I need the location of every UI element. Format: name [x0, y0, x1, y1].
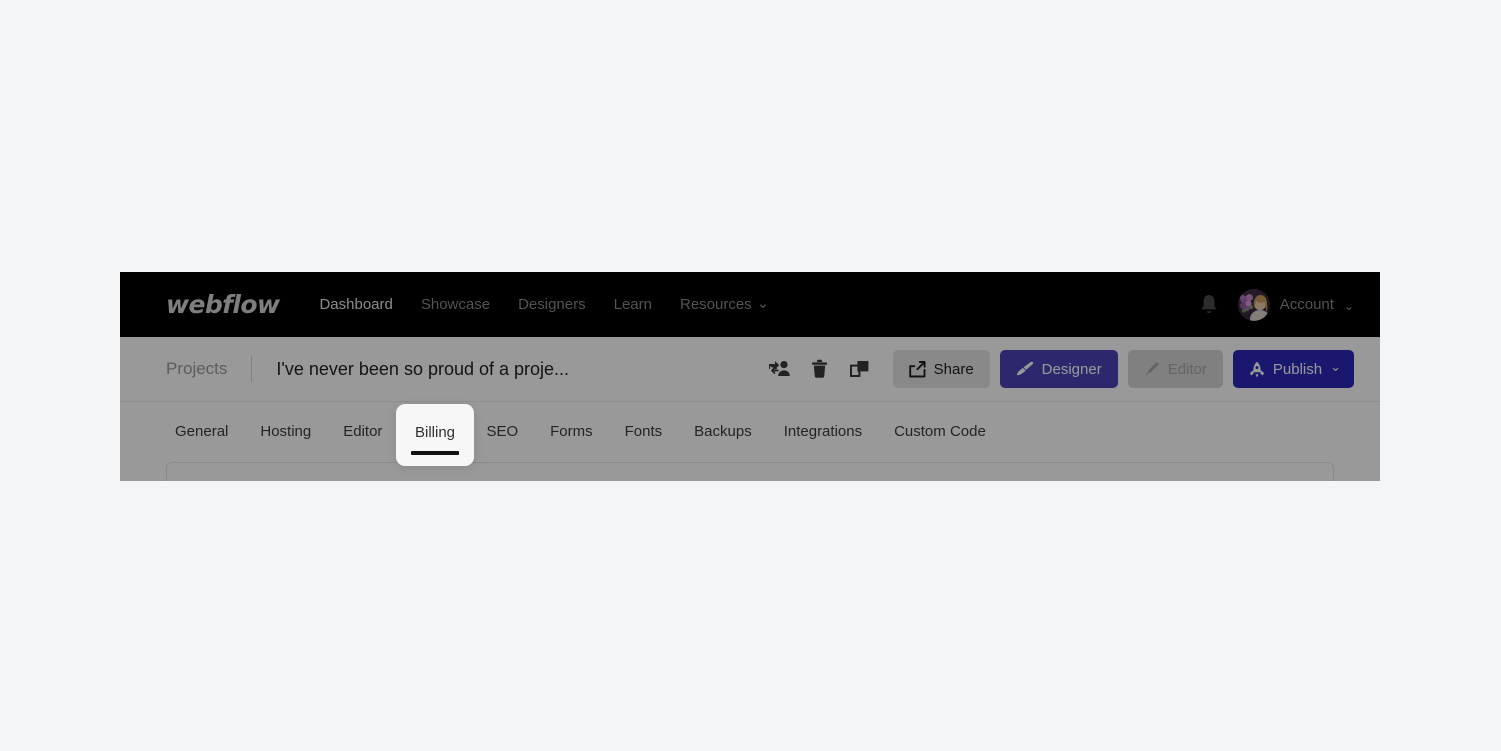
tab-seo[interactable]: SEO [470, 402, 534, 462]
billing-tab-active-underline [411, 451, 459, 455]
nav-right-cluster: Account ⌄ [1198, 288, 1354, 321]
duplicate-project-button[interactable] [843, 352, 877, 386]
duplicate-project-icon [849, 361, 869, 377]
share-button-label: Share [933, 360, 974, 378]
nav-link-resources-label: Resources [679, 296, 752, 313]
settings-tabs: General Hosting Editor Billing SEO Forms… [120, 401, 1380, 462]
tab-custom-code[interactable]: Custom Code [878, 402, 1002, 462]
breadcrumb-projects[interactable]: Projects [166, 359, 227, 379]
chevron-down-icon: ⌄ [1343, 298, 1354, 313]
nav-link-dashboard-label: Dashboard [319, 296, 393, 313]
nav-link-designers[interactable]: Designers [504, 272, 600, 337]
nav-link-resources[interactable]: Resources ⌄ [666, 272, 783, 337]
chevron-down-icon: ⌄ [1330, 359, 1341, 374]
tab-backups[interactable]: Backups [678, 402, 768, 462]
nav-link-designers-label: Designers [518, 296, 586, 313]
settings-content-panel [166, 462, 1334, 481]
notifications-button[interactable] [1198, 293, 1220, 317]
account-menu-button[interactable]: Account ⌄ [1237, 288, 1354, 321]
pencil-icon [1144, 362, 1159, 376]
share-button[interactable]: Share [892, 350, 990, 388]
project-subheader: Projects I've never been so proud of a p… [120, 337, 1380, 401]
nav-link-learn[interactable]: Learn [600, 272, 666, 337]
project-actions: Share Designer Editor Publish ⌄ [763, 350, 1354, 388]
tab-forms-label: Forms [550, 423, 593, 440]
tab-general-label: General [175, 423, 229, 440]
nav-link-showcase-label: Showcase [420, 296, 491, 313]
nav-link-learn-label: Learn [613, 296, 652, 313]
top-navigation-bar: webflow Dashboard Showcase Designers Lea… [120, 272, 1380, 337]
tab-hosting-label: Hosting [260, 423, 312, 440]
tab-fonts-label: Fonts [624, 423, 663, 440]
editor-button-label: Editor [1167, 360, 1207, 378]
tab-integrations-label: Integrations [783, 423, 863, 440]
publish-button-label: Publish [1272, 360, 1323, 378]
tab-integrations[interactable]: Integrations [768, 402, 878, 462]
chevron-down-icon: ⌄ [756, 295, 770, 312]
avatar-photo [1237, 288, 1270, 321]
tab-fonts[interactable]: Fonts [609, 402, 679, 462]
publish-button[interactable]: Publish ⌄ [1232, 350, 1354, 388]
tab-editor-label: Editor [343, 423, 383, 440]
tab-forms[interactable]: Forms [534, 402, 609, 462]
transfer-project-button[interactable] [763, 352, 797, 386]
nav-link-showcase[interactable]: Showcase [407, 272, 504, 337]
webflow-logo[interactable]: webflow [166, 290, 280, 319]
breadcrumb-divider [251, 356, 253, 382]
app-viewport: webflow Dashboard Showcase Designers Lea… [120, 272, 1380, 481]
rocket-icon [1249, 361, 1264, 377]
tab-general[interactable]: General [166, 402, 244, 462]
editor-button[interactable]: Editor [1127, 350, 1223, 388]
designer-button-label: Designer [1041, 360, 1102, 378]
tab-custom-code-label: Custom Code [894, 423, 986, 440]
account-label: Account [1279, 296, 1334, 313]
share-icon [908, 360, 926, 377]
project-title[interactable]: I've never been so proud of a proje... [276, 359, 569, 380]
tab-seo-label: SEO [486, 423, 519, 440]
tab-hosting[interactable]: Hosting [244, 402, 327, 462]
nav-link-dashboard[interactable]: Dashboard [305, 272, 406, 337]
designer-button[interactable]: Designer [999, 350, 1118, 388]
avatar [1237, 288, 1270, 321]
paintbrush-icon [1016, 361, 1033, 375]
billing-tab-spotlight[interactable]: Billing [396, 404, 474, 466]
tab-backups-label: Backups [694, 423, 752, 440]
delete-project-icon [812, 359, 828, 378]
tab-editor[interactable]: Editor [327, 402, 398, 462]
transfer-project-icon [768, 361, 790, 376]
delete-project-button[interactable] [803, 352, 837, 386]
billing-tab-spotlight-label: Billing [414, 424, 456, 441]
bell-icon [1201, 294, 1216, 313]
